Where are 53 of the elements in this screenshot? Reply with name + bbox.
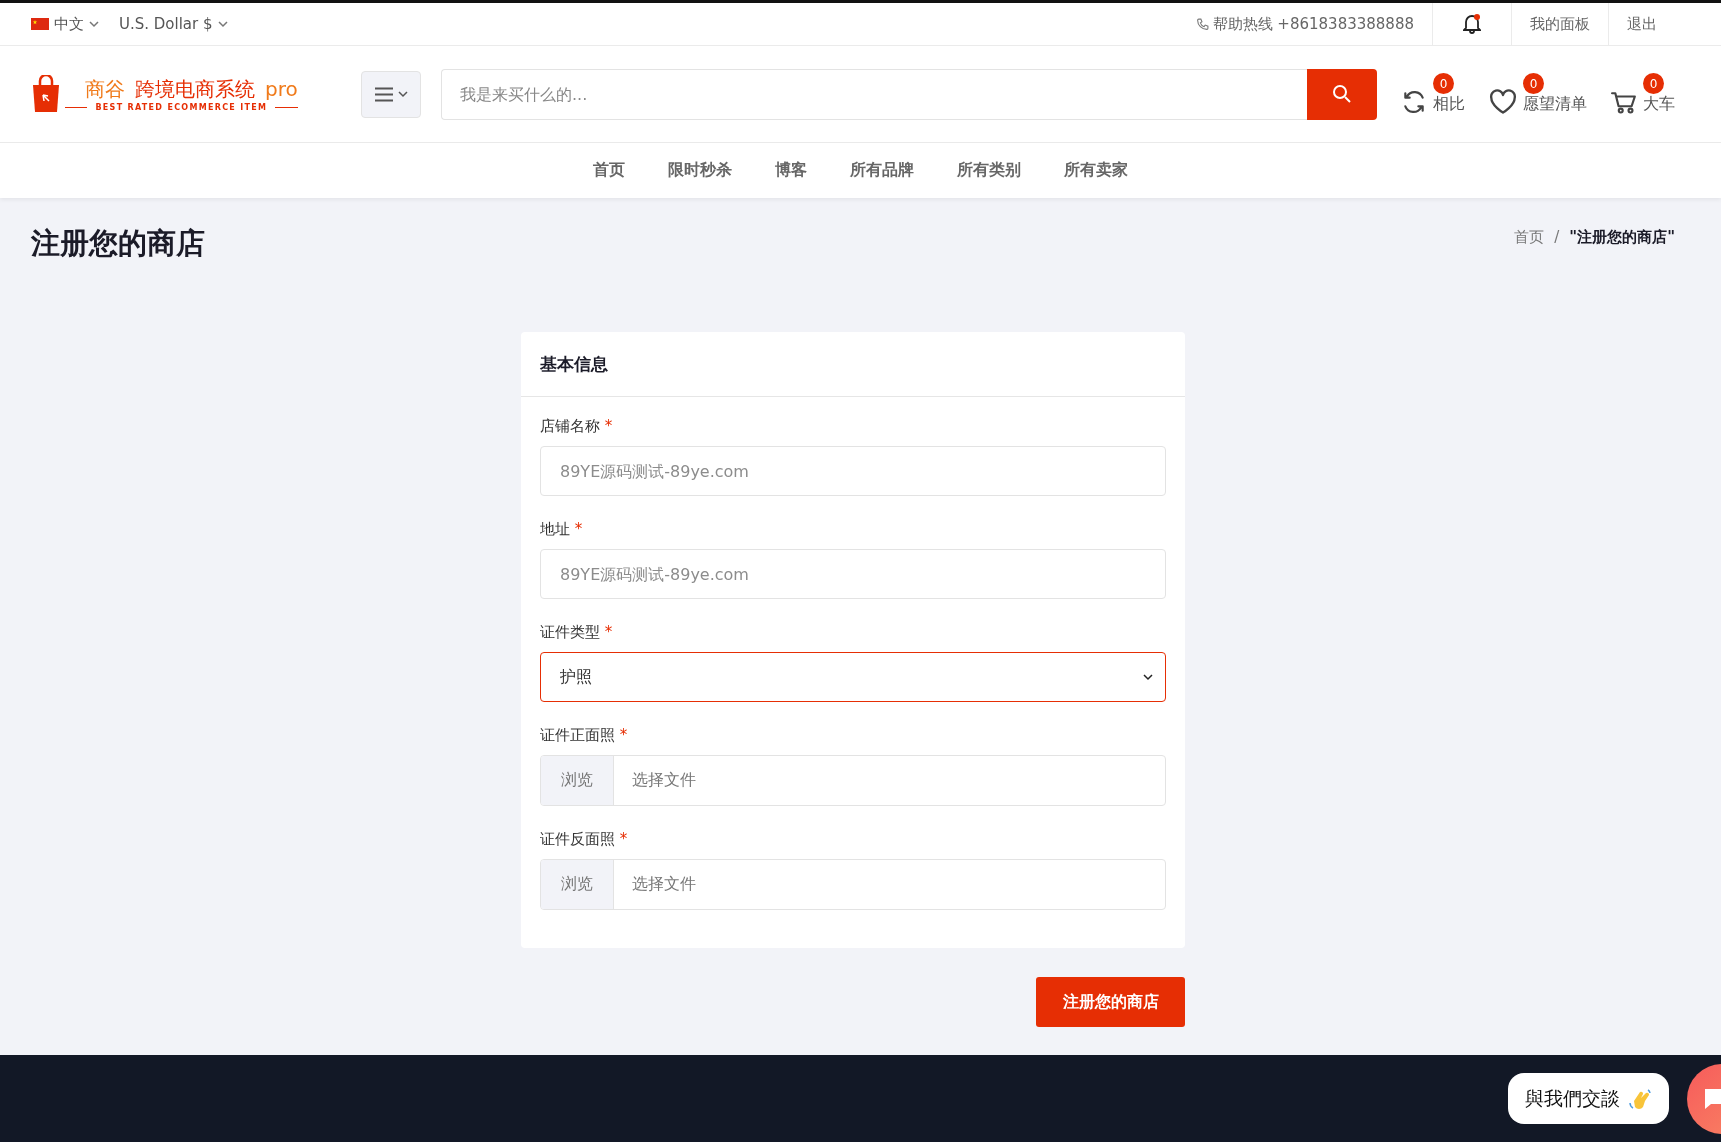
search-field[interactable]: 我是来买什么的... [441,68,1307,120]
field-label: 地址 * [540,520,584,539]
menu-icon [374,86,394,102]
count-badge: 0 [1523,73,1544,94]
wishlist-link[interactable]: 0 愿望清单 [1489,73,1587,115]
phone-icon [1195,17,1209,31]
currency-dropdown[interactable]: U.S. Dollar $ [119,15,228,33]
file-input-field[interactable]: 浏览 选择文件 [540,755,1166,806]
chat-icon [1703,1086,1721,1111]
nav-link[interactable]: 首页 [593,160,625,181]
select-field[interactable]: 护照 [540,652,1166,702]
chevron-down-icon [217,20,228,28]
chevron-down-icon [398,90,408,98]
breadcrumb-current: "注册您的商店" [1569,228,1675,247]
nav-link[interactable]: 博客 [775,160,807,181]
count-badge: 0 [1643,73,1664,94]
field-label: 证件正面照 * [540,726,629,745]
field-label: 店铺名称 * [540,417,614,436]
text-input-field[interactable]: 89YE源码测试-89ye.com [540,549,1166,599]
compare-link[interactable]: 0 相比 [1401,73,1465,115]
search-button[interactable] [1307,68,1377,120]
nav-link[interactable]: 所有卖家 [1064,160,1128,181]
cart-icon [1611,91,1637,115]
menu-button[interactable] [361,70,421,118]
breadcrumb-link[interactable]: 首页 [1514,228,1545,247]
chevron-down-icon [89,20,99,28]
logo[interactable]: 商谷 跨境电商系统 pro BEST RATED ECOMMERCE ITEM [31,75,323,113]
bell-icon[interactable] [1463,14,1481,34]
nav-link[interactable]: 所有品牌 [850,160,914,181]
count-badge: 0 [1433,73,1454,94]
field-label: 证件类型 * [540,623,614,642]
search-icon [1332,84,1352,104]
chevron-down-icon [1143,673,1153,681]
submit-button[interactable]: 注册您的商店 [1036,977,1185,1027]
text-input-field[interactable]: 89YE源码测试-89ye.com [540,446,1166,496]
nav-link[interactable]: 限时秒杀 [668,160,732,181]
file-input-field[interactable]: 浏览 选择文件 [540,859,1166,910]
nav-link[interactable]: 所有类别 [957,160,1021,181]
hotline-text: 帮助热线 +8618383388888 [1177,2,1432,46]
breadcrumb-separator: / [1554,228,1560,247]
page-title: 注册您的商店 [31,225,205,262]
top-link[interactable]: 我的面板 [1511,2,1608,46]
field-label: 证件反面照 * [540,830,629,849]
card-title: 基本信息 [521,332,1185,397]
cart-link[interactable]: 0 大车 [1611,73,1675,115]
flag-icon [31,18,49,30]
waving-hand-icon [1628,1086,1652,1111]
top-link[interactable]: 退出 [1608,2,1675,46]
language-dropdown[interactable]: 中文 [31,14,99,34]
refresh-icon [1401,89,1427,115]
heart-icon [1489,89,1517,115]
shopping-bag-icon [31,75,61,113]
chat-bubble[interactable]: 與我們交談 [1508,1073,1669,1124]
